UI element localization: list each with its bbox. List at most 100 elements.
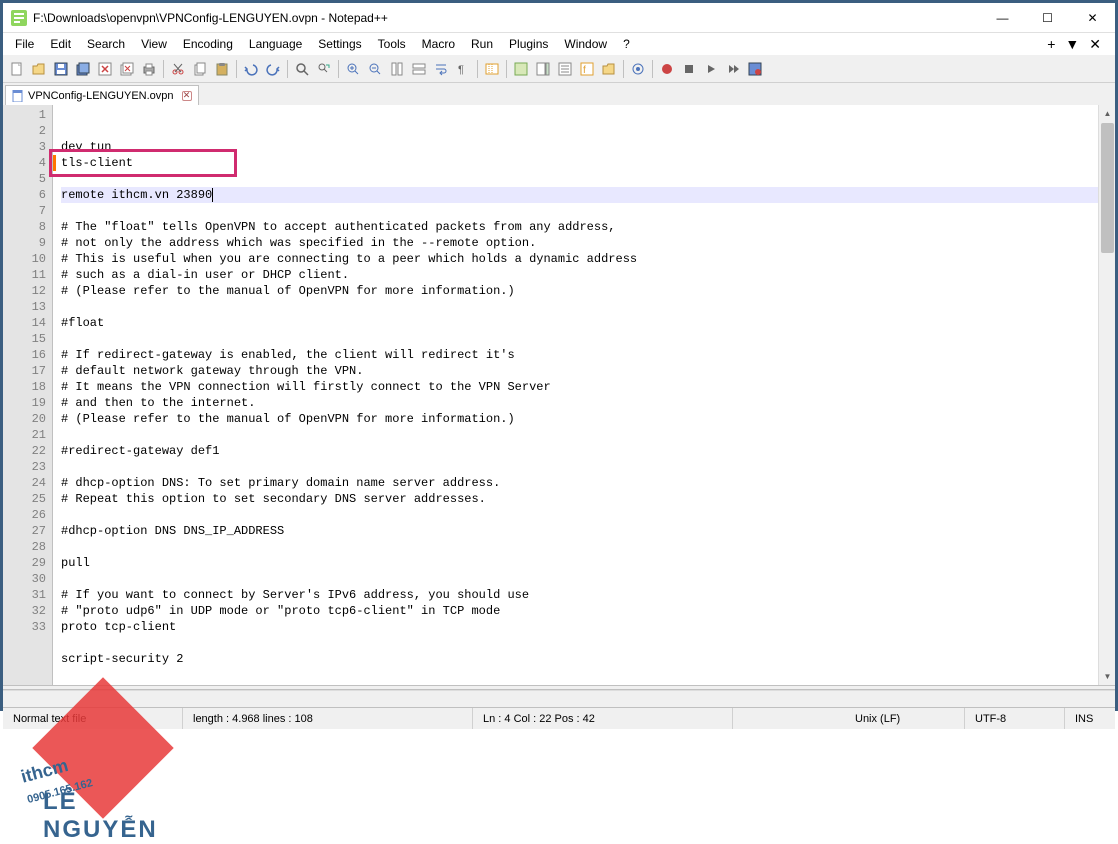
code-line[interactable]: # dhcp-option DNS: To set primary domain… bbox=[61, 475, 1115, 491]
code-line[interactable]: # "proto udp6" in UDP mode or "proto tcp… bbox=[61, 603, 1115, 619]
sync-vertical-icon[interactable] bbox=[387, 59, 407, 79]
user-lang-icon[interactable] bbox=[511, 59, 531, 79]
sync-horizontal-icon[interactable] bbox=[409, 59, 429, 79]
tab-bar: VPNConfig-LENGUYEN.ovpn ✕ bbox=[3, 83, 1115, 105]
code-line[interactable] bbox=[61, 171, 1115, 187]
code-line[interactable]: # not only the address which was specifi… bbox=[61, 235, 1115, 251]
zoom-in-icon[interactable] bbox=[343, 59, 363, 79]
code-line[interactable]: #float bbox=[61, 315, 1115, 331]
code-line[interactable] bbox=[61, 459, 1115, 475]
window-controls: — ☐ ✕ bbox=[980, 3, 1115, 33]
code-line[interactable]: #redirect-gateway def1 bbox=[61, 443, 1115, 459]
tab-close-icon[interactable]: ✕ bbox=[182, 91, 192, 101]
code-line[interactable]: # The "float" tells OpenVPN to accept au… bbox=[61, 219, 1115, 235]
stop-macro-icon[interactable] bbox=[679, 59, 699, 79]
menu-search[interactable]: Search bbox=[79, 35, 133, 53]
code-line[interactable]: #dhcp-option DNS DNS_IP_ADDRESS bbox=[61, 523, 1115, 539]
doc-map-icon[interactable] bbox=[533, 59, 553, 79]
dropdown-icon[interactable]: ▼ bbox=[1065, 36, 1079, 53]
code-line[interactable]: dev tun bbox=[61, 139, 1115, 155]
folder-workspace-icon[interactable] bbox=[599, 59, 619, 79]
add-tab-icon[interactable]: + bbox=[1047, 36, 1055, 53]
menu-macro[interactable]: Macro bbox=[414, 35, 463, 53]
zoom-out-icon[interactable] bbox=[365, 59, 385, 79]
scroll-down-icon[interactable]: ▼ bbox=[1099, 668, 1116, 685]
code-line[interactable] bbox=[61, 571, 1115, 587]
code-line[interactable]: pull bbox=[61, 555, 1115, 571]
code-line[interactable] bbox=[61, 427, 1115, 443]
menu-settings[interactable]: Settings bbox=[310, 35, 369, 53]
new-file-icon[interactable] bbox=[7, 59, 27, 79]
menu-help[interactable]: ? bbox=[615, 35, 638, 53]
maximize-button[interactable]: ☐ bbox=[1025, 3, 1070, 33]
menu-tools[interactable]: Tools bbox=[370, 35, 414, 53]
code-line[interactable]: # If you want to connect by Server's IPv… bbox=[61, 587, 1115, 603]
minimize-button[interactable]: — bbox=[980, 3, 1025, 33]
code-line[interactable]: tls-client bbox=[61, 155, 1115, 171]
doc-list-icon[interactable] bbox=[555, 59, 575, 79]
indent-guide-icon[interactable] bbox=[482, 59, 502, 79]
menu-edit[interactable]: Edit bbox=[42, 35, 79, 53]
horizontal-scrollbar[interactable] bbox=[3, 690, 1115, 707]
function-list-icon[interactable]: f bbox=[577, 59, 597, 79]
cut-icon[interactable] bbox=[168, 59, 188, 79]
menu-encoding[interactable]: Encoding bbox=[175, 35, 241, 53]
menu-window[interactable]: Window bbox=[556, 35, 615, 53]
menu-plugins[interactable]: Plugins bbox=[501, 35, 556, 53]
record-macro-icon[interactable] bbox=[657, 59, 677, 79]
replace-icon[interactable] bbox=[314, 59, 334, 79]
print-icon[interactable] bbox=[139, 59, 159, 79]
code-line[interactable]: script-security 2 bbox=[61, 651, 1115, 667]
code-line[interactable]: # If redirect-gateway is enabled, the cl… bbox=[61, 347, 1115, 363]
code-line[interactable] bbox=[61, 331, 1115, 347]
code-line[interactable] bbox=[61, 507, 1115, 523]
status-position: Ln : 4 Col : 22 Pos : 42 bbox=[473, 708, 733, 729]
save-icon[interactable] bbox=[51, 59, 71, 79]
code-line[interactable]: # and then to the internet. bbox=[61, 395, 1115, 411]
show-all-chars-icon[interactable]: ¶ bbox=[453, 59, 473, 79]
code-line[interactable]: # (Please refer to the manual of OpenVPN… bbox=[61, 411, 1115, 427]
undo-icon[interactable] bbox=[241, 59, 261, 79]
vertical-scrollbar[interactable]: ▲ ▼ bbox=[1098, 105, 1115, 685]
monitoring-icon[interactable] bbox=[628, 59, 648, 79]
close-button[interactable]: ✕ bbox=[1070, 3, 1115, 33]
code-line[interactable]: # This is useful when you are connecting… bbox=[61, 251, 1115, 267]
menu-view[interactable]: View bbox=[133, 35, 175, 53]
status-eol[interactable]: Unix (LF) bbox=[845, 708, 965, 729]
open-file-icon[interactable] bbox=[29, 59, 49, 79]
code-line[interactable]: # Repeat this option to set secondary DN… bbox=[61, 491, 1115, 507]
code-area[interactable]: dev tuntls-client remote ithcm.vn 23890 # … bbox=[53, 105, 1115, 685]
save-all-icon[interactable] bbox=[73, 59, 93, 79]
redo-icon[interactable] bbox=[263, 59, 283, 79]
close-all-icon[interactable]: ✕ bbox=[1089, 36, 1101, 53]
play-macro-icon[interactable] bbox=[701, 59, 721, 79]
word-wrap-icon[interactable] bbox=[431, 59, 451, 79]
play-multiple-icon[interactable] bbox=[723, 59, 743, 79]
code-line[interactable]: # (Please refer to the manual of OpenVPN… bbox=[61, 283, 1115, 299]
code-line[interactable] bbox=[61, 539, 1115, 555]
code-line[interactable] bbox=[61, 203, 1115, 219]
code-line[interactable] bbox=[61, 635, 1115, 651]
paste-icon[interactable] bbox=[212, 59, 232, 79]
code-line[interactable]: # It means the VPN connection will first… bbox=[61, 379, 1115, 395]
code-line[interactable]: # default network gateway through the VP… bbox=[61, 363, 1115, 379]
status-bar: Normal text file length : 4.968 lines : … bbox=[3, 707, 1115, 729]
code-line[interactable] bbox=[61, 299, 1115, 315]
status-mode[interactable]: INS bbox=[1065, 708, 1115, 729]
code-line[interactable]: remote ithcm.vn 23890 bbox=[61, 187, 1115, 203]
status-encoding[interactable]: UTF-8 bbox=[965, 708, 1065, 729]
menu-file[interactable]: File bbox=[7, 35, 42, 53]
svg-text:¶: ¶ bbox=[458, 64, 464, 76]
menu-run[interactable]: Run bbox=[463, 35, 501, 53]
code-line[interactable]: # such as a dial-in user or DHCP client. bbox=[61, 267, 1115, 283]
close-file-icon[interactable] bbox=[95, 59, 115, 79]
menu-language[interactable]: Language bbox=[241, 35, 310, 53]
close-all-files-icon[interactable] bbox=[117, 59, 137, 79]
copy-icon[interactable] bbox=[190, 59, 210, 79]
scroll-thumb[interactable] bbox=[1101, 123, 1114, 253]
tab-active[interactable]: VPNConfig-LENGUYEN.ovpn ✕ bbox=[5, 85, 199, 105]
code-line[interactable]: proto tcp-client bbox=[61, 619, 1115, 635]
scroll-up-icon[interactable]: ▲ bbox=[1099, 105, 1116, 122]
find-icon[interactable] bbox=[292, 59, 312, 79]
save-macro-icon[interactable] bbox=[745, 59, 765, 79]
